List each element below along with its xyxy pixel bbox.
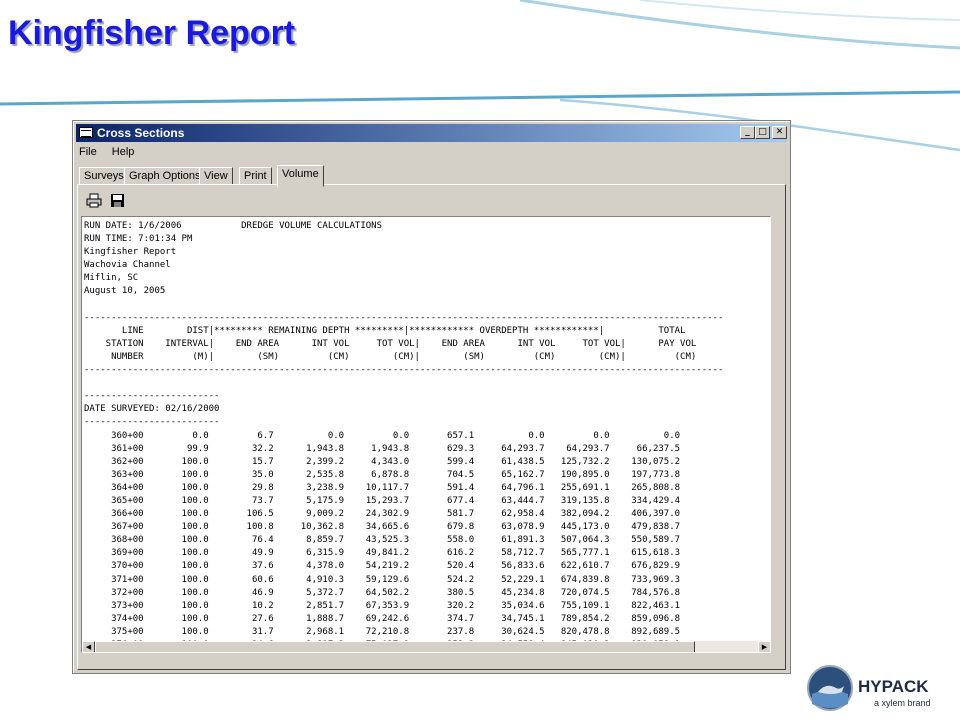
tab-view[interactable]: View — [199, 167, 233, 185]
report-viewport: RUN DATE: 1/6/2006 DREDGE VOLUME CALCULA… — [83, 218, 770, 652]
brand-subtitle: a xylem brand — [874, 698, 931, 708]
minimize-button[interactable]: _ — [740, 126, 755, 139]
tab-print[interactable]: Print — [239, 167, 272, 185]
app-icon — [79, 127, 93, 138]
window-titlebar[interactable]: Cross Sections _ □ ✕ — [76, 124, 787, 142]
horizontal-scroll-thumb[interactable] — [95, 641, 695, 652]
slide-title: Kingfisher Report — [8, 14, 296, 52]
save-icon[interactable] — [108, 193, 126, 209]
menu-bar: File Help — [79, 143, 146, 161]
hypack-logo-icon — [807, 665, 853, 711]
horizontal-scrollbar[interactable]: ◀ ▶ — [82, 641, 770, 652]
window-title: Cross Sections — [97, 126, 185, 140]
tab-graph-options[interactable]: Graph Options — [124, 167, 206, 185]
close-button[interactable]: ✕ — [772, 126, 787, 139]
menu-file[interactable]: File — [79, 146, 97, 158]
scroll-right-arrow-icon[interactable]: ▶ — [758, 641, 770, 652]
tab-surveys[interactable]: Surveys — [79, 167, 129, 185]
printer-icon[interactable] — [85, 193, 103, 209]
maximize-button[interactable]: □ — [755, 126, 770, 139]
tab-volume[interactable]: Volume — [277, 165, 324, 187]
cross-sections-window: Cross Sections _ □ ✕ File Help Surveys G… — [72, 120, 791, 674]
brand-name: HYPACK — [858, 677, 929, 696]
volume-report[interactable]: RUN DATE: 1/6/2006 DREDGE VOLUME CALCULA… — [81, 216, 771, 653]
menu-help[interactable]: Help — [112, 146, 135, 158]
report-text: RUN DATE: 1/6/2006 DREDGE VOLUME CALCULA… — [84, 221, 724, 650]
scroll-left-arrow-icon[interactable]: ◀ — [82, 641, 95, 652]
